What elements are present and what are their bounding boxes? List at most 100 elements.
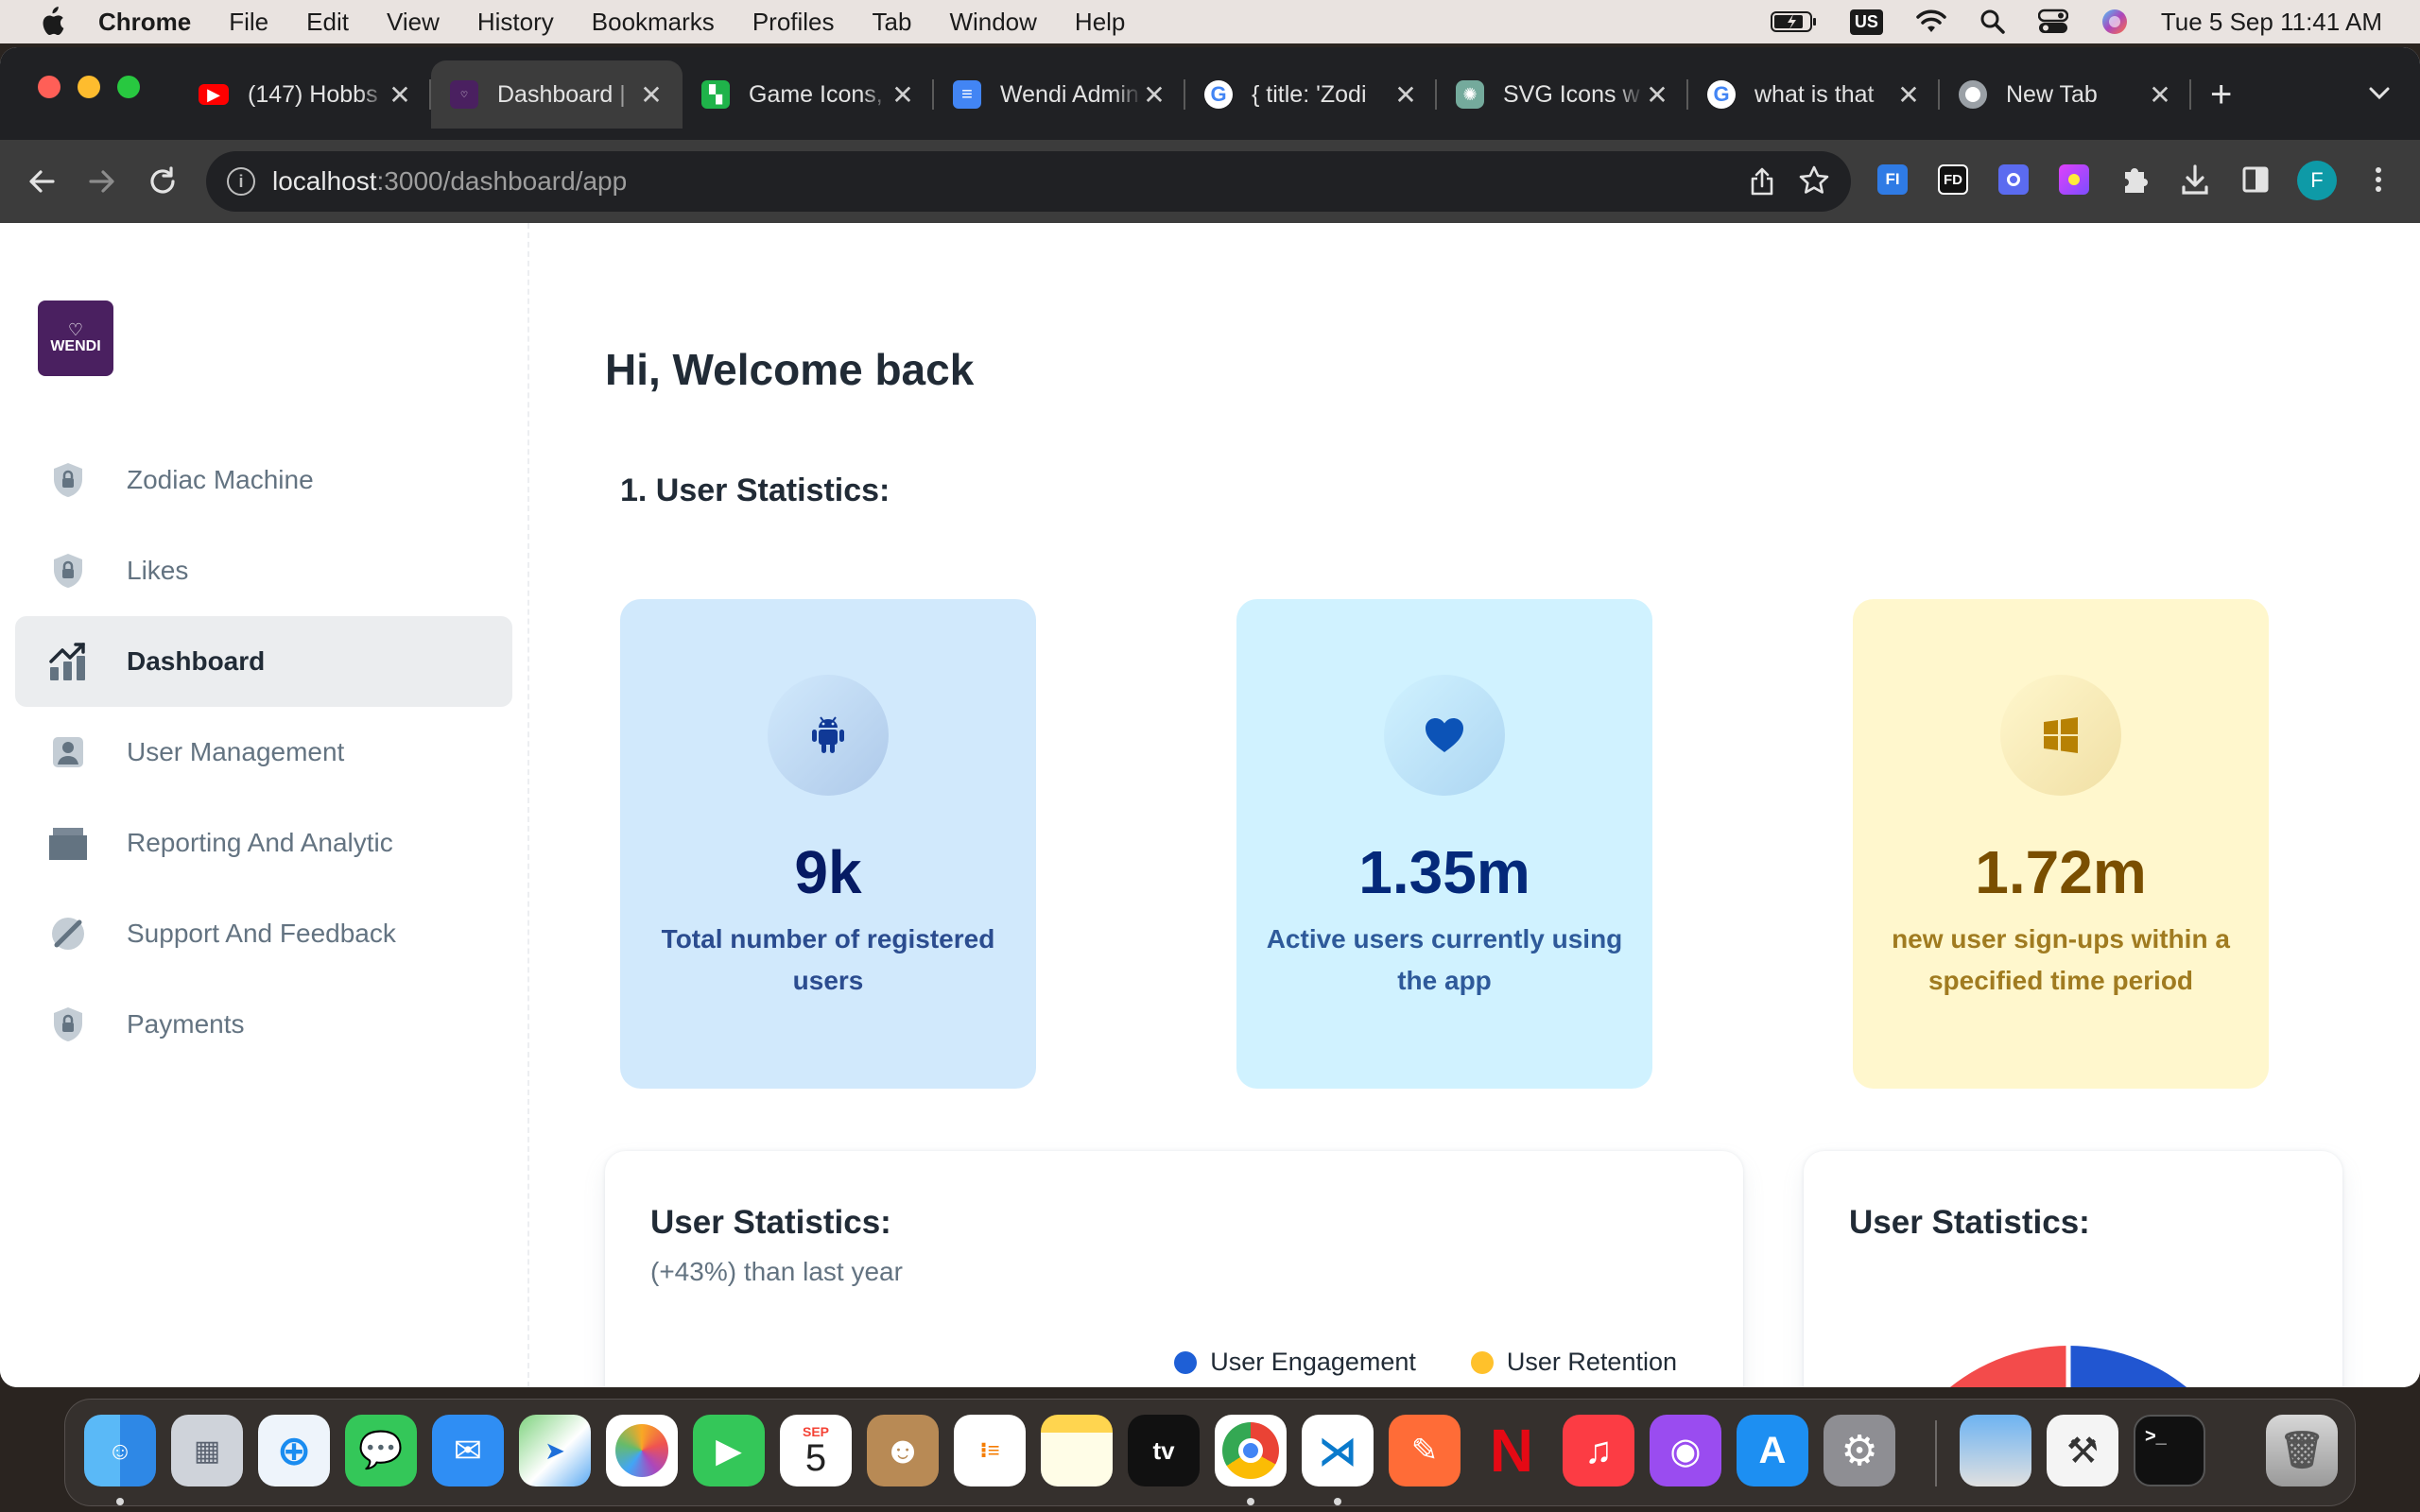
calendar-icon[interactable]: SEP 5 bbox=[780, 1415, 852, 1486]
sidebar-nav: Zodiac Machine Likes Dashboard User Mana… bbox=[15, 435, 512, 1070]
sidebar-item-zodiac-machine[interactable]: Zodiac Machine bbox=[15, 435, 512, 525]
battery-icon[interactable] bbox=[1770, 10, 1818, 33]
wifi-icon[interactable] bbox=[1915, 9, 1947, 34]
tab-wendi-admin[interactable]: ≡ Wendi Admin ✕ bbox=[934, 60, 1185, 129]
new-tab-button[interactable]: + bbox=[2210, 72, 2232, 117]
reload-button[interactable] bbox=[146, 164, 180, 198]
stat-value: 1.35m bbox=[1358, 838, 1530, 906]
sidebar-item-reporting[interactable]: Reporting And Analytic bbox=[15, 798, 512, 888]
menu-clock[interactable]: Tue 5 Sep 11:41 AM bbox=[2161, 8, 2382, 37]
finder-icon[interactable]: ☺ bbox=[84, 1415, 156, 1486]
tab-game-icons[interactable]: ▚ Game Icons, ✕ bbox=[683, 60, 934, 129]
messages-icon[interactable]: 💬 bbox=[345, 1415, 417, 1486]
maps-icon[interactable]: ➤ bbox=[519, 1415, 591, 1486]
vscode-icon[interactable]: ⋊ bbox=[1302, 1415, 1374, 1486]
menu-chrome[interactable]: Chrome bbox=[98, 8, 191, 37]
system-settings-icon[interactable]: ⚙ bbox=[1824, 1415, 1895, 1486]
facetime-icon[interactable]: ▶ bbox=[693, 1415, 765, 1486]
tab-google-zodiac[interactable]: G { title: 'Zodi ✕ bbox=[1185, 60, 1437, 129]
extension-fd-icon[interactable]: FD bbox=[1934, 161, 1972, 198]
address-bar[interactable]: i localhost:3000/dashboard/app bbox=[206, 151, 1851, 212]
menu-bookmarks[interactable]: Bookmarks bbox=[592, 8, 715, 37]
close-tab-icon[interactable]: ✕ bbox=[388, 79, 412, 111]
contacts-icon[interactable]: ☻ bbox=[867, 1415, 939, 1486]
menu-window[interactable]: Window bbox=[949, 8, 1036, 37]
preview-icon[interactable] bbox=[1960, 1415, 2031, 1486]
menu-history[interactable]: History bbox=[477, 8, 554, 37]
menu-file[interactable]: File bbox=[229, 8, 268, 37]
tab-chatgpt[interactable]: ✺ SVG Icons w ✕ bbox=[1437, 60, 1688, 129]
sidebar-item-dashboard[interactable]: Dashboard bbox=[15, 616, 512, 707]
chrome-dock-icon[interactable] bbox=[1215, 1415, 1287, 1486]
notes-icon[interactable] bbox=[1041, 1415, 1113, 1486]
menu-view[interactable]: View bbox=[387, 8, 440, 37]
tab-new-tab[interactable]: New Tab ✕ bbox=[1940, 60, 2191, 129]
spotlight-search-icon[interactable] bbox=[1979, 9, 2006, 35]
netflix-icon[interactable]: N bbox=[1476, 1415, 1547, 1486]
terminal-icon[interactable]: >_ bbox=[2134, 1415, 2205, 1486]
menu-tab[interactable]: Tab bbox=[873, 8, 912, 37]
extensions-puzzle-icon[interactable] bbox=[2116, 161, 2153, 198]
legend-label-retention[interactable]: User Retention bbox=[1507, 1348, 1677, 1377]
input-source-badge[interactable]: US bbox=[1849, 9, 1883, 35]
trash-icon[interactable]: 🗑 bbox=[2266, 1415, 2338, 1486]
siri-icon[interactable] bbox=[2100, 8, 2129, 36]
podcasts-icon[interactable]: ◉ bbox=[1650, 1415, 1721, 1486]
pie-slice-blue[interactable] bbox=[2068, 1346, 2257, 1387]
close-window-button[interactable] bbox=[38, 76, 60, 98]
side-panel-icon[interactable] bbox=[2237, 161, 2274, 198]
report-icon bbox=[47, 822, 89, 864]
close-tab-icon[interactable]: ✕ bbox=[2148, 79, 2172, 111]
profile-avatar[interactable]: F bbox=[2297, 161, 2337, 200]
zoom-window-button[interactable] bbox=[117, 76, 140, 98]
safari-icon[interactable]: ⊕ bbox=[258, 1415, 330, 1486]
close-tab-icon[interactable]: ✕ bbox=[1896, 79, 1921, 111]
wendi-logo[interactable]: ♡ WENDI bbox=[38, 301, 113, 376]
sidebar-item-payments[interactable]: Payments bbox=[15, 979, 512, 1070]
bookmark-star-icon[interactable] bbox=[1798, 164, 1830, 197]
tab-google-search[interactable]: G what is that ✕ bbox=[1688, 60, 1940, 129]
tab-title: SVG Icons w bbox=[1503, 80, 1640, 108]
close-tab-icon[interactable]: ✕ bbox=[890, 79, 915, 111]
apple-tv-icon[interactable]: tv bbox=[1128, 1415, 1200, 1486]
pie-slice-red[interactable] bbox=[1879, 1346, 2068, 1387]
minimize-window-button[interactable] bbox=[78, 76, 100, 98]
app-store-icon[interactable]: A bbox=[1737, 1415, 1808, 1486]
sidebar-item-support[interactable]: Support And Feedback bbox=[15, 888, 512, 979]
close-tab-icon[interactable]: ✕ bbox=[639, 79, 664, 111]
tab-dashboard[interactable]: ♡ Dashboard | ✕ bbox=[431, 60, 683, 129]
close-tab-icon[interactable]: ✕ bbox=[1645, 79, 1669, 111]
launchpad-icon[interactable]: ▦ bbox=[171, 1415, 243, 1486]
menu-edit[interactable]: Edit bbox=[306, 8, 349, 37]
share-icon[interactable] bbox=[1749, 166, 1775, 197]
legend-label-engagement[interactable]: User Engagement bbox=[1210, 1348, 1416, 1377]
dock: ☺ ▦ ⊕ 💬 ✉ ➤ ▶ SEP 5 ☻ ⁝≡ tv ⋊ ✎ N ♫ ◉ A … bbox=[64, 1399, 2356, 1506]
reminders-icon[interactable]: ⁝≡ bbox=[954, 1415, 1026, 1486]
sidebar-item-user-management[interactable]: User Management bbox=[15, 707, 512, 798]
extension-fi-icon[interactable]: FI bbox=[1874, 161, 1911, 198]
mail-icon[interactable]: ✉ bbox=[432, 1415, 504, 1486]
back-button[interactable] bbox=[25, 164, 59, 198]
forward-button[interactable] bbox=[85, 164, 119, 198]
downloads-icon[interactable] bbox=[2176, 161, 2214, 198]
tab-title: what is that bbox=[1754, 80, 1875, 108]
control-center-icon[interactable] bbox=[2037, 9, 2068, 35]
tab-search-chevron-icon[interactable] bbox=[2367, 81, 2392, 106]
postman-icon[interactable]: ✎ bbox=[1389, 1415, 1461, 1486]
tab-title: { title: 'Zodi bbox=[1252, 80, 1367, 108]
apple-logo-icon[interactable] bbox=[38, 7, 66, 37]
extension-screenshot-icon[interactable] bbox=[1995, 161, 2032, 198]
photos-icon[interactable] bbox=[606, 1415, 678, 1486]
menu-help[interactable]: Help bbox=[1075, 8, 1125, 37]
chrome-menu-icon[interactable] bbox=[2360, 161, 2397, 198]
close-tab-icon[interactable]: ✕ bbox=[1142, 79, 1167, 111]
site-info-icon[interactable]: i bbox=[227, 167, 255, 196]
tab-youtube[interactable]: ▶ (147) Hobbs ✕ bbox=[180, 60, 431, 129]
section-title: 1. User Statistics: bbox=[620, 472, 890, 508]
utility-icon[interactable]: ⚒ bbox=[2047, 1415, 2118, 1486]
sidebar-item-likes[interactable]: Likes bbox=[15, 525, 512, 616]
close-tab-icon[interactable]: ✕ bbox=[1393, 79, 1418, 111]
extension-colorpicker-icon[interactable] bbox=[2055, 161, 2093, 198]
menu-profiles[interactable]: Profiles bbox=[752, 8, 835, 37]
music-icon[interactable]: ♫ bbox=[1563, 1415, 1634, 1486]
